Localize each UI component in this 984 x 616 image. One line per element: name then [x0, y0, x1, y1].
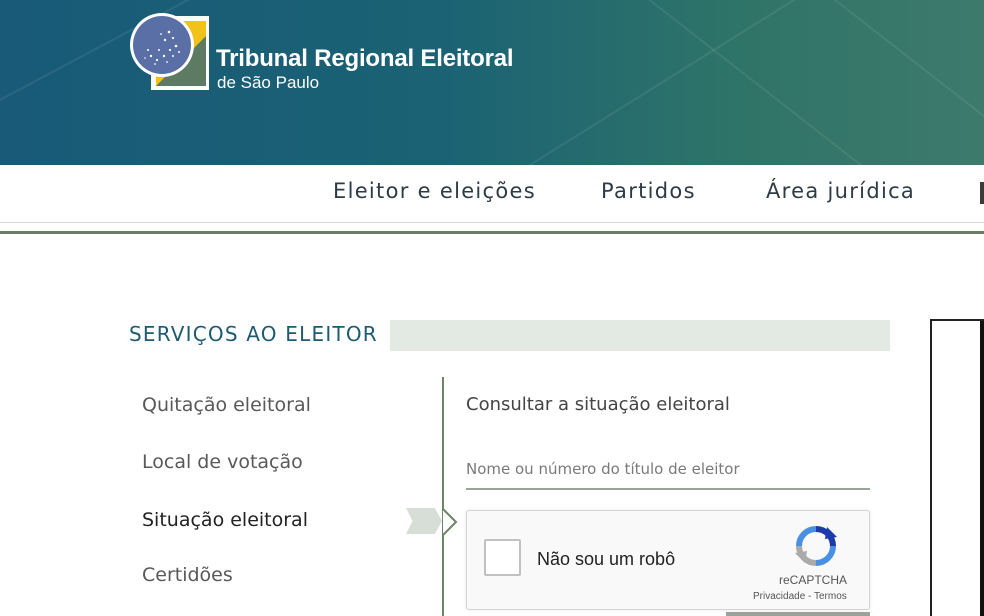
- tre-sp-logo-icon[interactable]: [129, 12, 211, 92]
- nav-item-eleitor[interactable]: Eleitor e eleições: [333, 179, 536, 203]
- menu-divider: [442, 377, 444, 616]
- menu-item-situacao-eleitoral[interactable]: Situação eleitoral: [142, 509, 308, 531]
- recaptcha-links: Privacidade - Termos: [753, 591, 847, 602]
- recaptcha-label: Não sou um robô: [537, 549, 676, 569]
- nav-divider: [0, 231, 984, 234]
- menu-item-quitacao[interactable]: Quitação eleitoral: [142, 394, 311, 416]
- recaptcha-widget: Não sou um robô reCAPTCHA Privacidade - …: [466, 510, 870, 610]
- recaptcha-logo-icon: [795, 526, 837, 566]
- site-header: Tribunal Regional Eleitoral de São Paulo: [0, 0, 984, 165]
- main-nav: Eleitor e eleições Partidos Área jurídic…: [0, 165, 984, 223]
- active-menu-arrow-icon: [406, 508, 442, 534]
- side-panel-edge: [980, 321, 984, 616]
- site-subtitle: de São Paulo: [217, 73, 320, 92]
- panel-title: Consultar a situação eleitoral: [466, 394, 730, 415]
- header-decoration: [598, 0, 984, 165]
- voter-search-input[interactable]: [466, 450, 870, 490]
- side-panel: [930, 319, 984, 616]
- menu-item-certidoes[interactable]: Certidões: [142, 564, 233, 586]
- nav-item-partidos[interactable]: Partidos: [601, 179, 696, 203]
- next-field-border: [726, 612, 870, 616]
- section-title-band: [390, 320, 890, 351]
- section-title: SERVIÇOS AO ELEITOR: [129, 322, 378, 346]
- recaptcha-terms-link[interactable]: Termos: [814, 591, 847, 602]
- header-decoration: [520, 0, 984, 165]
- recaptcha-brand: reCAPTCHA: [779, 573, 848, 587]
- header-decoration: [758, 0, 984, 165]
- nav-item-truncated[interactable]: [980, 182, 984, 204]
- recaptcha-privacy-link[interactable]: Privacidade: [753, 591, 805, 602]
- nav-item-area-juridica[interactable]: Área jurídica: [766, 179, 915, 203]
- site-title: Tribunal Regional Eleitoral: [216, 45, 514, 72]
- active-menu-chevron-icon: [442, 508, 458, 536]
- recaptcha-checkbox[interactable]: [484, 539, 521, 576]
- menu-item-local-votacao[interactable]: Local de votação: [142, 451, 303, 473]
- recaptcha-link-separator: -: [805, 591, 814, 602]
